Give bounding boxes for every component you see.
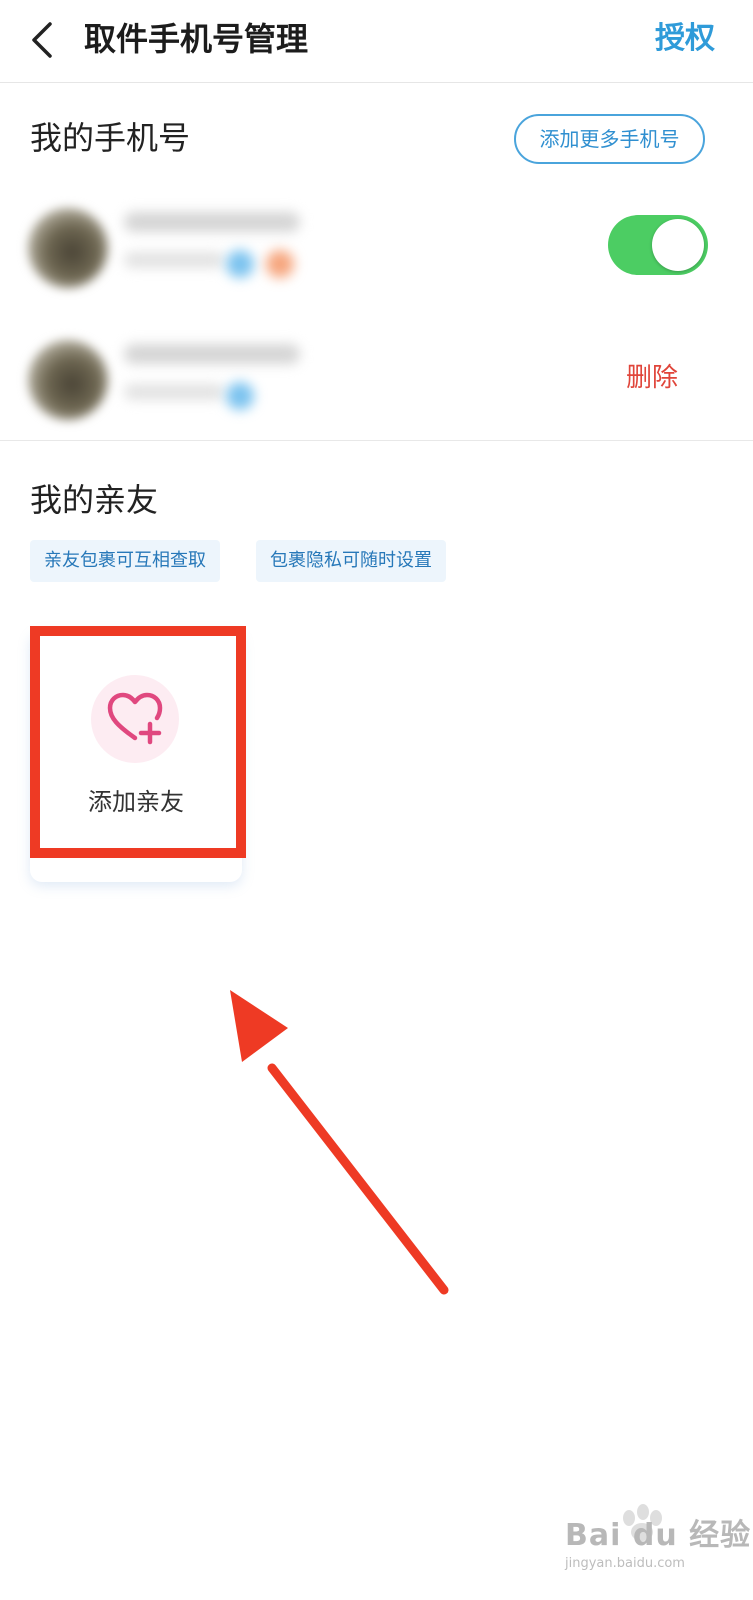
top-bar: 取件手机号管理 授权 <box>0 0 753 83</box>
watermark-text: Bai du 经验 <box>565 1518 752 1553</box>
blurred-subtext <box>124 252 224 268</box>
feature-tag: 包裹隐私可随时设置 <box>256 540 446 582</box>
feature-tag: 亲友包裹可互相查取 <box>30 540 220 582</box>
avatar <box>28 208 108 288</box>
blurred-badge <box>226 382 254 410</box>
watermark-subtext: jingyan.baidu.com <box>565 1556 685 1571</box>
phone-toggle-switch[interactable] <box>608 215 708 275</box>
section-divider <box>0 440 753 441</box>
page-title: 取件手机号管理 <box>84 20 309 58</box>
arrow-up-left-icon <box>230 990 449 1295</box>
blurred-badge <box>266 250 294 278</box>
avatar <box>28 340 108 420</box>
delete-phone-button[interactable]: 删除 <box>626 358 678 398</box>
blurred-phone-number <box>124 212 300 232</box>
highlight-frame <box>30 626 246 858</box>
toggle-knob <box>652 219 704 271</box>
blurred-phone-number <box>124 344 300 364</box>
authorize-button[interactable]: 授权 <box>655 14 715 64</box>
blurred-badge <box>226 250 254 278</box>
add-more-phones-button[interactable]: 添加更多手机号 <box>514 114 705 164</box>
blurred-subtext <box>124 384 224 400</box>
my-phones-title: 我的手机号 <box>30 119 191 157</box>
chevron-left-icon[interactable] <box>26 18 60 62</box>
my-relatives-title: 我的亲友 <box>30 481 159 519</box>
